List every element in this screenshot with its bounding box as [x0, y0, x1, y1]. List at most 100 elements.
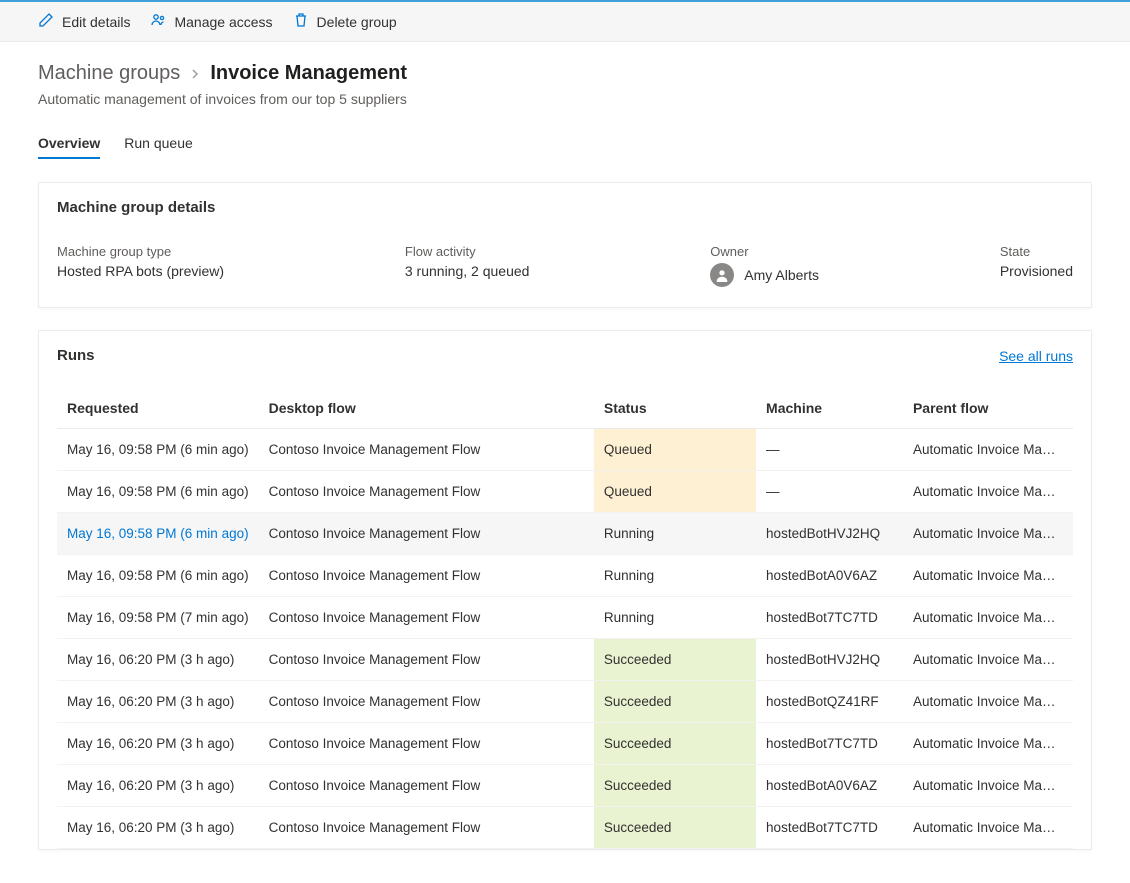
cell-machine: hostedBotA0V6AZ: [756, 555, 903, 597]
table-row[interactable]: May 16, 09:58 PM (6 min ago)Contoso Invo…: [57, 513, 1073, 555]
col-requested[interactable]: Requested: [57, 390, 259, 429]
owner-value: Amy Alberts: [744, 267, 819, 283]
detail-owner: Owner Amy Alberts: [710, 244, 819, 287]
col-flow[interactable]: Desktop flow: [259, 390, 594, 429]
cell-parent: Automatic Invoice Manage...: [903, 723, 1073, 765]
cell-machine: —: [756, 429, 903, 471]
type-value: Hosted RPA bots (preview): [57, 263, 224, 279]
people-icon: [150, 12, 166, 31]
breadcrumb-current: Invoice Management: [210, 62, 407, 85]
cell-requested: May 16, 09:58 PM (6 min ago): [57, 513, 259, 555]
table-row[interactable]: May 16, 06:20 PM (3 h ago)Contoso Invoic…: [57, 765, 1073, 807]
tab-overview[interactable]: Overview: [38, 129, 100, 159]
runs-table: Requested Desktop flow Status Machine Pa…: [57, 390, 1073, 849]
cell-machine: hostedBotQZ41RF: [756, 681, 903, 723]
cell-parent: Automatic Invoice Manage...: [903, 597, 1073, 639]
cell-status: Succeeded: [594, 639, 756, 681]
activity-label: Flow activity: [405, 244, 530, 259]
trash-icon: [293, 12, 309, 31]
machine-group-details-card: Machine group details Machine group type…: [38, 182, 1092, 308]
cell-parent: Automatic Invoice Manage...: [903, 555, 1073, 597]
toolbar: Edit details Manage access Delete group: [0, 0, 1130, 42]
cell-requested: May 16, 06:20 PM (3 h ago): [57, 723, 259, 765]
col-status[interactable]: Status: [594, 390, 756, 429]
cell-flow: Contoso Invoice Management Flow: [259, 513, 594, 555]
pencil-icon: [38, 12, 54, 31]
cell-machine: hostedBot7TC7TD: [756, 807, 903, 849]
cell-requested: May 16, 09:58 PM (7 min ago): [57, 597, 259, 639]
cell-requested: May 16, 09:58 PM (6 min ago): [57, 471, 259, 513]
detail-activity: Flow activity 3 running, 2 queued: [405, 244, 530, 287]
cell-machine: hostedBot7TC7TD: [756, 723, 903, 765]
cell-requested: May 16, 06:20 PM (3 h ago): [57, 681, 259, 723]
tab-run-queue[interactable]: Run queue: [124, 129, 193, 159]
cell-status: Succeeded: [594, 681, 756, 723]
manage-access-button[interactable]: Manage access: [150, 12, 272, 31]
table-row[interactable]: May 16, 06:20 PM (3 h ago)Contoso Invoic…: [57, 639, 1073, 681]
cell-flow: Contoso Invoice Management Flow: [259, 471, 594, 513]
avatar: [710, 263, 734, 287]
col-parent[interactable]: Parent flow: [903, 390, 1073, 429]
chevron-right-icon: [190, 66, 200, 82]
col-machine[interactable]: Machine: [756, 390, 903, 429]
tabs: Overview Run queue: [38, 129, 1092, 160]
cell-parent: Automatic Invoice Manage...: [903, 429, 1073, 471]
cell-flow: Contoso Invoice Management Flow: [259, 429, 594, 471]
cell-requested: May 16, 06:20 PM (3 h ago): [57, 765, 259, 807]
cell-status: Queued: [594, 429, 756, 471]
cell-machine: —: [756, 471, 903, 513]
breadcrumb: Machine groups Invoice Management: [38, 62, 1092, 85]
edit-details-button[interactable]: Edit details: [38, 12, 130, 31]
cell-requested: May 16, 09:58 PM (6 min ago): [57, 555, 259, 597]
see-all-runs-link[interactable]: See all runs: [999, 348, 1073, 364]
cell-parent: Automatic Invoice Manage...: [903, 807, 1073, 849]
cell-flow: Contoso Invoice Management Flow: [259, 723, 594, 765]
detail-state: State Provisioned: [1000, 244, 1073, 287]
cell-status: Succeeded: [594, 807, 756, 849]
cell-requested: May 16, 06:20 PM (3 h ago): [57, 639, 259, 681]
cell-parent: Automatic Invoice Manage...: [903, 765, 1073, 807]
delete-label: Delete group: [317, 14, 397, 30]
cell-flow: Contoso Invoice Management Flow: [259, 681, 594, 723]
cell-machine: hostedBot7TC7TD: [756, 597, 903, 639]
cell-machine: hostedBotHVJ2HQ: [756, 513, 903, 555]
runs-title: Runs: [57, 347, 95, 364]
manage-label: Manage access: [174, 14, 272, 30]
cell-parent: Automatic Invoice Manage...: [903, 681, 1073, 723]
table-row[interactable]: May 16, 06:20 PM (3 h ago)Contoso Invoic…: [57, 681, 1073, 723]
table-row[interactable]: May 16, 09:58 PM (6 min ago)Contoso Invo…: [57, 471, 1073, 513]
cell-status: Running: [594, 513, 756, 555]
details-title: Machine group details: [57, 199, 1073, 216]
table-row[interactable]: May 16, 06:20 PM (3 h ago)Contoso Invoic…: [57, 723, 1073, 765]
cell-status: Queued: [594, 471, 756, 513]
detail-type: Machine group type Hosted RPA bots (prev…: [57, 244, 224, 287]
cell-machine: hostedBotHVJ2HQ: [756, 639, 903, 681]
cell-requested: May 16, 06:20 PM (3 h ago): [57, 807, 259, 849]
cell-flow: Contoso Invoice Management Flow: [259, 765, 594, 807]
cell-flow: Contoso Invoice Management Flow: [259, 807, 594, 849]
table-row[interactable]: May 16, 09:58 PM (6 min ago)Contoso Invo…: [57, 555, 1073, 597]
table-row[interactable]: May 16, 09:58 PM (7 min ago)Contoso Invo…: [57, 597, 1073, 639]
cell-parent: Automatic Invoice Manage...: [903, 639, 1073, 681]
cell-machine: hostedBotA0V6AZ: [756, 765, 903, 807]
cell-flow: Contoso Invoice Management Flow: [259, 555, 594, 597]
table-row[interactable]: May 16, 09:58 PM (6 min ago)Contoso Invo…: [57, 429, 1073, 471]
cell-parent: Automatic Invoice Manage...: [903, 513, 1073, 555]
cell-flow: Contoso Invoice Management Flow: [259, 597, 594, 639]
cell-status: Succeeded: [594, 723, 756, 765]
owner-label: Owner: [710, 244, 819, 259]
cell-flow: Contoso Invoice Management Flow: [259, 639, 594, 681]
cell-status: Succeeded: [594, 765, 756, 807]
state-label: State: [1000, 244, 1073, 259]
cell-parent: Automatic Invoice Manage...: [903, 471, 1073, 513]
delete-group-button[interactable]: Delete group: [293, 12, 397, 31]
activity-value: 3 running, 2 queued: [405, 263, 530, 279]
table-row[interactable]: May 16, 06:20 PM (3 h ago)Contoso Invoic…: [57, 807, 1073, 849]
cell-status: Running: [594, 597, 756, 639]
runs-card: Runs See all runs Requested Desktop flow…: [38, 330, 1092, 850]
breadcrumb-parent[interactable]: Machine groups: [38, 62, 180, 85]
edit-label: Edit details: [62, 14, 130, 30]
type-label: Machine group type: [57, 244, 224, 259]
page-description: Automatic management of invoices from ou…: [38, 91, 1092, 107]
state-value: Provisioned: [1000, 263, 1073, 279]
